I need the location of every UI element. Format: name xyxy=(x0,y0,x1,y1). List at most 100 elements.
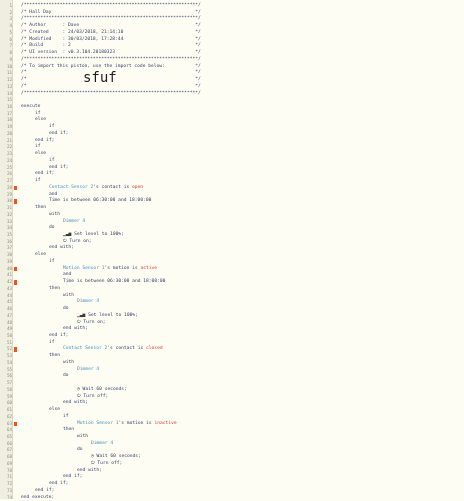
line-number: 20 xyxy=(6,130,12,136)
line-number: 29 xyxy=(6,191,12,197)
code-token: end with; xyxy=(63,326,88,332)
code-token: Set level to xyxy=(88,312,125,318)
code-token: if xyxy=(35,144,41,150)
code-token: active xyxy=(140,265,158,271)
code-token[interactable]: Dimmer 4 xyxy=(91,441,113,446)
line-number: 5 xyxy=(9,29,12,35)
condition-flag-icon xyxy=(14,280,17,285)
code-line: 9 /**************************************… xyxy=(0,57,464,64)
code-token: end if; xyxy=(49,332,69,338)
code-line: 62 if xyxy=(0,414,464,421)
code-text: ▁▃▅ Set level to 100%; xyxy=(63,232,124,239)
code-token: Time is between xyxy=(63,279,108,285)
code-token: else xyxy=(35,151,47,157)
code-text: ◷ Wait 60 seconds; xyxy=(77,387,127,394)
code-text: Time is between 06:30:00 and 18:00:00 xyxy=(49,198,151,205)
line-number: 65 xyxy=(6,434,12,439)
code-line: 12/* */ xyxy=(0,77,464,84)
code-token: end if; xyxy=(49,481,69,487)
code-token[interactable]: Dimmer 4 xyxy=(63,219,85,224)
line-number: 69 xyxy=(6,460,12,466)
line-number: 4 xyxy=(9,23,12,29)
line-number: 52 xyxy=(6,346,12,352)
code-text: do xyxy=(63,373,69,380)
code-line: 60 end with; xyxy=(0,400,464,407)
code-token: then xyxy=(63,427,75,433)
code-line: 17 if xyxy=(0,111,464,118)
line-number: 10 xyxy=(6,63,12,69)
code-line: 20 end if; xyxy=(0,131,464,138)
code-line: 5 /* Created : 24/03/2018, 21:14:10 */ xyxy=(0,30,464,37)
code-token: with xyxy=(49,211,61,217)
code-token[interactable]: Contact Sensor 2 xyxy=(49,185,93,190)
code-token: inactive xyxy=(154,420,177,426)
code-text: /***************************************… xyxy=(21,57,201,64)
code-token[interactable]: Contact Sensor 2 xyxy=(63,346,107,351)
import-code[interactable]: sfuf xyxy=(83,71,117,85)
code-line: 23 else xyxy=(0,151,464,158)
code-editor[interactable]: 1 /**************************************… xyxy=(0,0,464,501)
line-number: 58 xyxy=(6,386,12,392)
code-line: 47 ▁▃▅ Set level to 100%; xyxy=(0,313,464,320)
code-line: 22 if xyxy=(0,144,464,151)
code-text: do xyxy=(49,225,55,232)
code-text: if xyxy=(49,340,55,347)
code-line: 67 do xyxy=(0,447,464,454)
code-token: and xyxy=(49,191,58,197)
line-number: 49 xyxy=(6,326,12,332)
code-token: /***************************************… xyxy=(21,3,201,8)
code-text: with xyxy=(49,212,60,219)
code-line: 31 then xyxy=(0,205,464,212)
code-token: end if; xyxy=(35,137,55,143)
code-token: end if; xyxy=(35,171,55,177)
code-token: and xyxy=(115,198,130,204)
code-token[interactable]: Motion Sensor 1 xyxy=(77,421,119,426)
code-line: 35 ▁▃▅ Set level to 100%; xyxy=(0,232,464,239)
line-number: 59 xyxy=(6,393,12,399)
line-number: 15 xyxy=(6,97,12,103)
code-token: execute xyxy=(21,104,41,110)
code-token: else xyxy=(49,407,61,413)
line-number: 3 xyxy=(9,16,12,22)
line-number: 70 xyxy=(6,467,12,473)
code-token: end with; xyxy=(49,245,74,251)
code-token: 100% xyxy=(124,312,136,318)
code-token: 06:30:00 xyxy=(93,198,116,204)
code-token: Set level to xyxy=(74,231,111,237)
line-number: 72 xyxy=(6,481,12,487)
line-number: 63 xyxy=(6,420,12,426)
code-text: with xyxy=(63,293,74,300)
code-text: /* UI version : v0.3.104.20180323 */ xyxy=(21,50,201,57)
code-line: 15 xyxy=(0,97,464,104)
line-number: 60 xyxy=(6,400,12,406)
code-token: and xyxy=(63,272,72,278)
code-token: if xyxy=(49,339,55,345)
code-token: if xyxy=(49,157,55,163)
code-token: end with; xyxy=(77,467,102,473)
code-token: if xyxy=(35,178,41,184)
line-number: 46 xyxy=(6,306,12,312)
code-line: 55 Dimmer 4 xyxy=(0,367,464,374)
code-line: 18 else xyxy=(0,117,464,124)
code-token: closed xyxy=(146,346,163,352)
code-token[interactable]: Dimmer 4 xyxy=(77,367,99,372)
code-text: end execute; xyxy=(21,495,54,501)
code-line: 24 if xyxy=(0,158,464,165)
code-text: if xyxy=(35,178,41,185)
line-number: 19 xyxy=(6,124,12,130)
code-line: 30 Time is between 06:30:00 and 18:00:00 xyxy=(0,198,464,205)
line-number: 8 xyxy=(9,50,12,56)
action-icon: ▁▃▅ xyxy=(77,312,89,318)
code-token[interactable]: Dimmer 4 xyxy=(77,299,99,304)
code-text: then xyxy=(35,205,46,212)
line-number: 47 xyxy=(6,312,12,318)
code-text: with xyxy=(77,434,88,441)
code-line: 28 Contact Sensor 2's contact is open xyxy=(0,185,464,192)
line-number: 53 xyxy=(6,353,12,359)
condition-flag-icon xyxy=(14,266,17,272)
code-token[interactable]: Motion Sensor 1 xyxy=(63,266,105,271)
code-token: do xyxy=(63,306,69,312)
line-number: 31 xyxy=(6,205,12,211)
code-token: do xyxy=(49,225,55,231)
code-text: if xyxy=(49,158,55,165)
